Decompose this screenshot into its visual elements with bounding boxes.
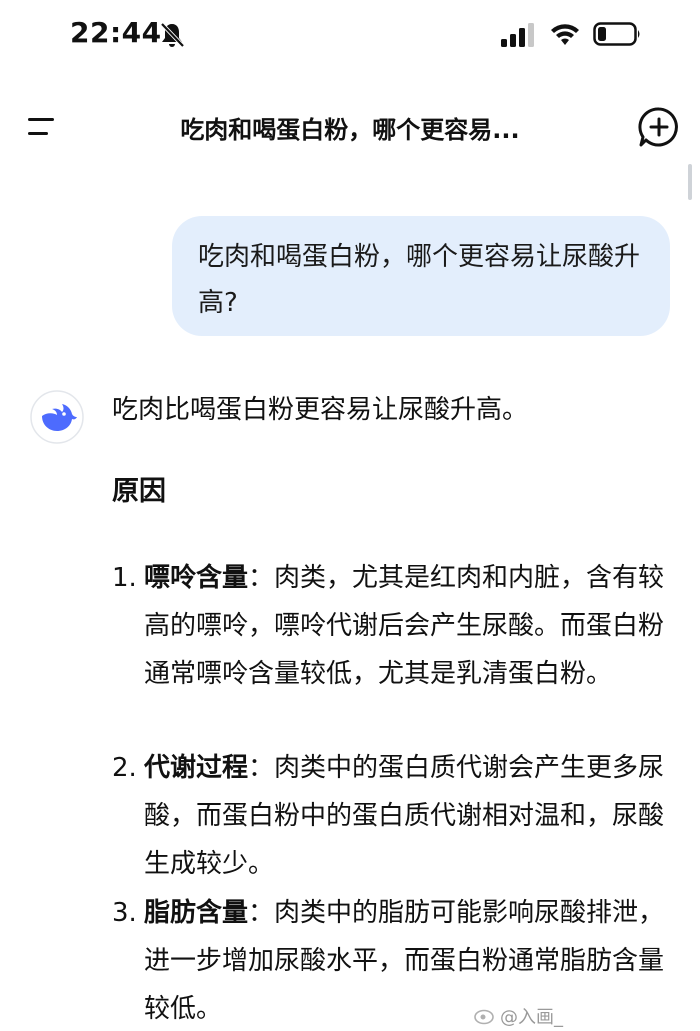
reason-number: 1. — [112, 563, 137, 593]
reason-number: 2. — [112, 753, 137, 783]
bell-off-icon — [160, 22, 185, 48]
watermark: @入画_ — [500, 1007, 563, 1028]
reason-number: 3. — [112, 898, 137, 928]
reason-title: 代谢过程 — [144, 753, 249, 783]
assistant-intro: 吃肉比喝蛋白粉更容易让尿酸升高。 — [112, 395, 529, 425]
reason-item-2: 2. 代谢过程：肉类中的蛋白质代谢会产生更多尿酸，而蛋白粉中的蛋白质代谢相对温和… — [112, 744, 672, 888]
status-time: 22:44 — [70, 16, 162, 49]
scroll-indicator — [688, 164, 692, 200]
user-message-bubble[interactable]: 吃肉和喝蛋白粉，哪个更容易让尿酸升高? — [172, 216, 670, 336]
wifi-icon — [551, 24, 579, 45]
menu-icon[interactable] — [24, 112, 64, 142]
whale-logo-icon — [30, 390, 84, 444]
battery-icon — [593, 22, 640, 46]
section-heading: 原因 — [112, 476, 166, 507]
conversation-title[interactable]: 吃肉和喝蛋白粉，哪个更容易... — [120, 110, 580, 145]
reason-item-3: 3. 脂肪含量：肉类中的脂肪可能影响尿酸排泄，进一步增加尿酸水平，而蛋白粉通常脂… — [112, 889, 672, 1031]
weibo-logo-icon — [474, 1009, 494, 1025]
reason-title: 嘌呤含量 — [144, 563, 249, 593]
top-nav: 吃肉和喝蛋白粉，哪个更容易... — [0, 92, 700, 162]
signal-icon — [501, 23, 534, 47]
reason-item-1: 1. 嘌呤含量：肉类，尤其是红肉和内脏，含有较高的嘌呤，嘌呤代谢后会产生尿酸。而… — [112, 554, 672, 698]
chat-screen: 22:44 吃肉和喝蛋白粉，哪个更容易... 吃肉和喝蛋白粉，哪个更容易让尿酸升… — [0, 0, 700, 1031]
new-chat-icon[interactable] — [638, 106, 680, 148]
reason-title: 脂肪含量 — [144, 898, 249, 928]
status-bar: 22:44 — [0, 0, 700, 70]
